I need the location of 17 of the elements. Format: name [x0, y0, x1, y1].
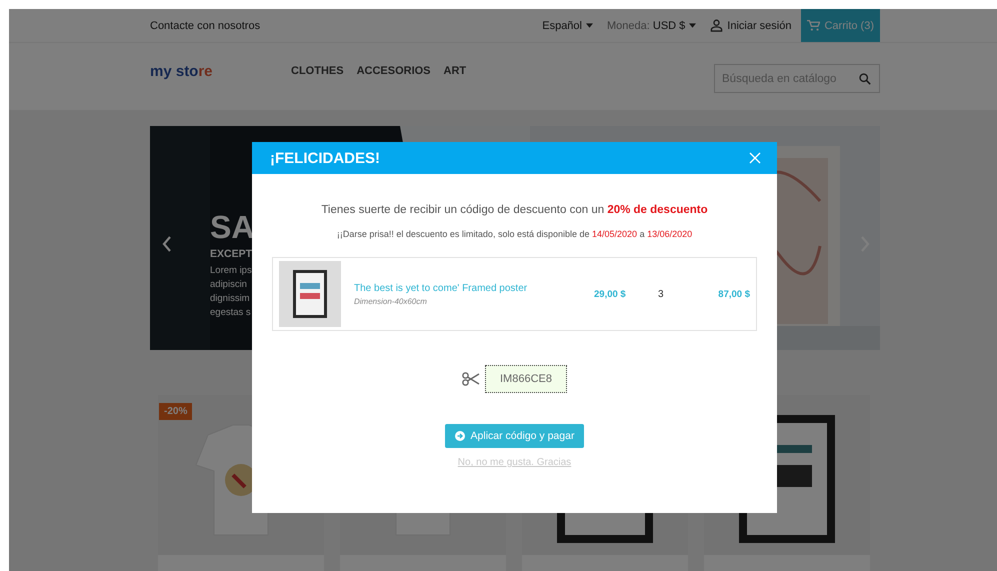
search-icon[interactable] — [859, 73, 871, 85]
scissors-icon — [462, 372, 480, 386]
nav-link[interactable]: ART — [444, 65, 466, 77]
nav-link[interactable]: ACCESORIOS — [356, 65, 431, 77]
apply-code-button[interactable]: Aplicar código y pagar — [444, 424, 584, 448]
cart-icon — [807, 19, 820, 32]
language-dropdown[interactable]: Español — [542, 20, 593, 32]
arrow-circle-icon — [454, 431, 465, 441]
caret-icon — [586, 23, 593, 28]
caret-icon — [689, 23, 696, 28]
user-icon — [710, 19, 724, 32]
discount-badge: -20% — [159, 403, 192, 420]
coupon-code: IM866CE8 — [485, 365, 567, 393]
contact-link[interactable]: Contacte con nosotros — [150, 20, 260, 32]
sign-in-link[interactable]: Iniciar sesión — [710, 19, 792, 32]
currency-dropdown[interactable]: Moneda: USD $ — [607, 20, 696, 32]
nav-link[interactable]: CLOTHES — [291, 65, 344, 77]
